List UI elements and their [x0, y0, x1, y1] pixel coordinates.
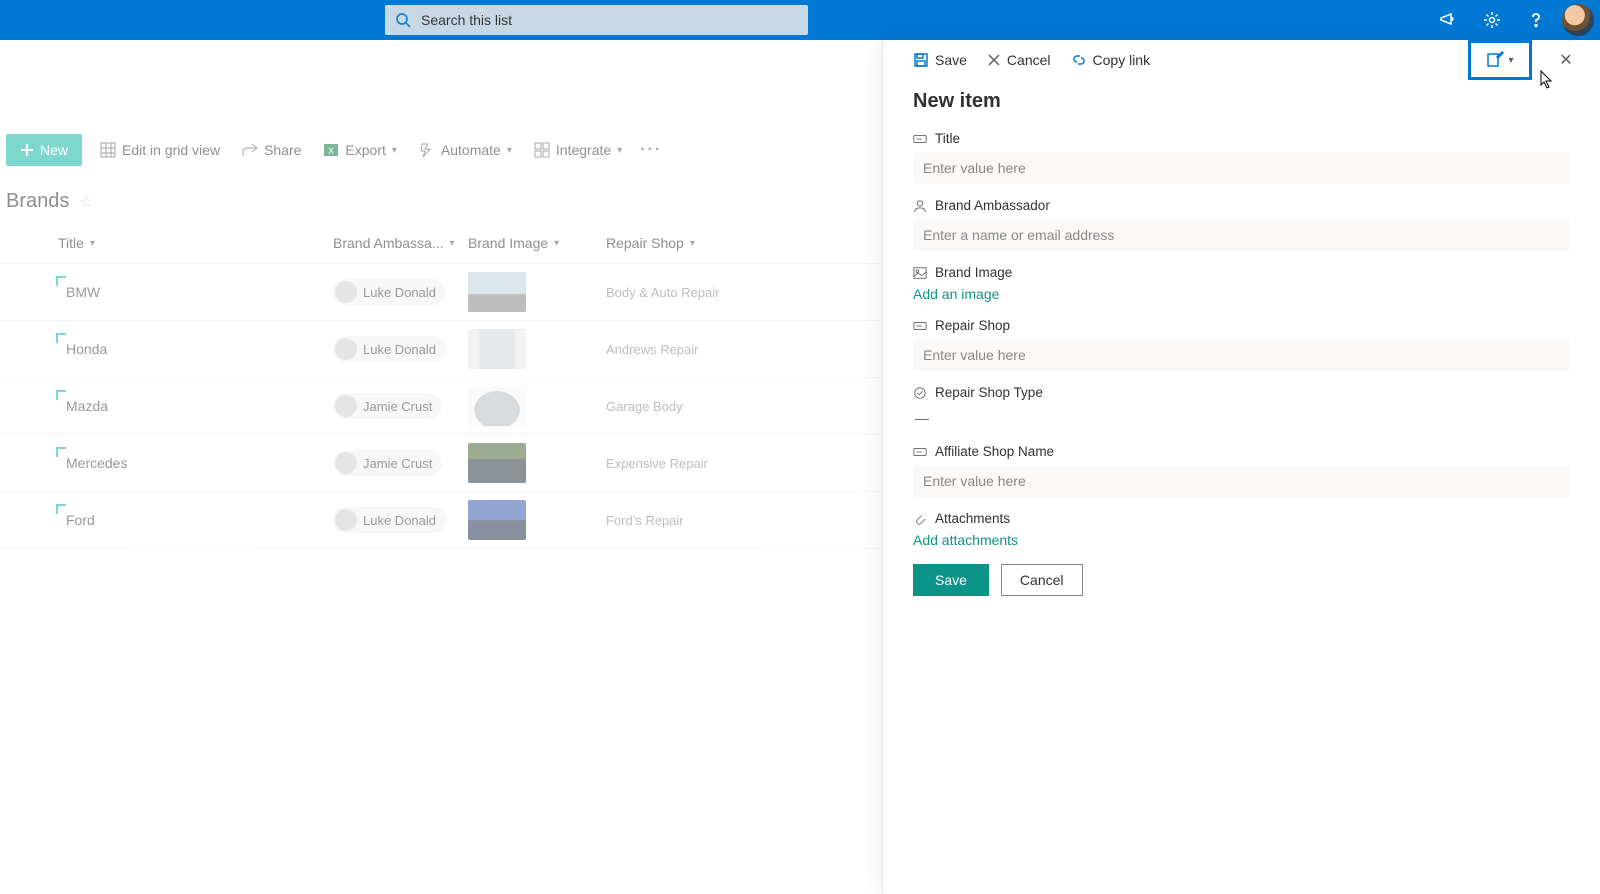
text-field-icon: [913, 445, 927, 459]
search-box[interactable]: Search this list: [385, 5, 808, 35]
new-button[interactable]: New: [6, 134, 82, 166]
brand-thumbnail: [468, 443, 526, 483]
edit-form-button[interactable]: ▾: [1468, 40, 1532, 80]
brand-thumbnail: [468, 500, 526, 540]
image-icon: [913, 266, 927, 280]
text-field-icon: [913, 132, 927, 146]
save-button[interactable]: Save: [913, 564, 989, 596]
settings-gear-icon[interactable]: [1470, 0, 1514, 40]
row-shop: Ford's Repair: [606, 513, 806, 528]
row-title: Honda: [58, 341, 107, 357]
row-title: Mazda: [58, 398, 108, 414]
chevron-down-icon: ▾: [392, 145, 397, 156]
favorite-star-icon[interactable]: ☆: [79, 192, 93, 212]
avatar-icon: [335, 395, 357, 417]
choice-icon: [913, 386, 927, 400]
field-label: Brand Image: [935, 265, 1012, 280]
attachment-icon: [913, 512, 927, 526]
add-attachments-link[interactable]: Add attachments: [913, 532, 1018, 548]
affiliate-shop-input[interactable]: [913, 465, 1570, 497]
add-image-link[interactable]: Add an image: [913, 286, 999, 302]
text-field-icon: [913, 319, 927, 333]
new-item-panel: Save Cancel Copy link ▾ ✕ New item Title…: [882, 40, 1600, 894]
row-shop: Andrews Repair: [606, 342, 806, 357]
column-header-title[interactable]: Title▾: [58, 235, 333, 251]
row-title: BMW: [58, 284, 100, 300]
column-header-shop[interactable]: Repair Shop▾: [606, 235, 806, 251]
svg-text:X: X: [328, 146, 334, 156]
user-avatar[interactable]: [1562, 4, 1594, 36]
brand-thumbnail: [468, 329, 526, 369]
column-header-ambassador[interactable]: Brand Ambassa...▾: [333, 235, 468, 251]
person-icon: [913, 199, 927, 213]
title-input[interactable]: [913, 152, 1570, 184]
field-label: Repair Shop Type: [935, 385, 1043, 400]
megaphone-icon[interactable]: [1426, 0, 1470, 40]
row-title: Ford: [58, 512, 95, 528]
close-panel-button[interactable]: ✕: [1552, 50, 1580, 70]
panel-save-button[interactable]: Save: [913, 52, 967, 68]
repair-shop-input[interactable]: [913, 339, 1570, 371]
chevron-down-icon: ▾: [617, 145, 622, 156]
integrate-button[interactable]: Integrate ▾: [530, 142, 626, 158]
form-icon: [1486, 51, 1504, 69]
panel-copylink-button[interactable]: Copy link: [1071, 52, 1151, 68]
avatar-icon: [335, 509, 357, 531]
avatar-icon: [335, 338, 357, 360]
brand-thumbnail: [468, 272, 526, 312]
field-label: Brand Ambassador: [935, 198, 1050, 213]
avatar-icon: [335, 452, 357, 474]
row-title: Mercedes: [58, 455, 127, 471]
more-actions-button[interactable]: ···: [640, 141, 662, 159]
suite-header: Search this list: [0, 0, 1600, 40]
export-button[interactable]: X Export ▾: [319, 142, 401, 158]
list-title: Brands: [6, 190, 69, 213]
panel-heading: New item: [913, 90, 1570, 113]
search-icon: [395, 12, 411, 28]
share-button[interactable]: Share: [238, 142, 305, 158]
panel-cancel-button[interactable]: Cancel: [987, 52, 1051, 68]
field-label: Repair Shop: [935, 318, 1010, 333]
chevron-down-icon: ▾: [507, 145, 512, 156]
ambassador-input[interactable]: [913, 219, 1570, 251]
person-chip[interactable]: Luke Donald: [333, 507, 446, 533]
repair-shop-type-value[interactable]: —: [913, 406, 1570, 430]
row-shop: Body & Auto Repair: [606, 285, 806, 300]
help-icon[interactable]: [1514, 0, 1558, 40]
person-chip[interactable]: Jamie Crust: [333, 450, 442, 476]
chevron-down-icon: ▾: [1508, 55, 1513, 66]
automate-button[interactable]: Automate ▾: [415, 142, 516, 158]
row-shop: Garage Body: [606, 399, 806, 414]
excel-icon: X: [323, 142, 339, 158]
search-placeholder-text: Search this list: [421, 12, 512, 28]
person-chip[interactable]: Jamie Crust: [333, 393, 442, 419]
brand-thumbnail: [468, 386, 526, 426]
edit-grid-button[interactable]: Edit in grid view: [96, 142, 224, 158]
avatar-icon: [335, 281, 357, 303]
person-chip[interactable]: Luke Donald: [333, 336, 446, 362]
row-shop: Expensive Repair: [606, 456, 806, 471]
field-label: Attachments: [935, 511, 1010, 526]
cancel-button[interactable]: Cancel: [1001, 564, 1083, 596]
field-label: Title: [935, 131, 960, 146]
person-chip[interactable]: Luke Donald: [333, 279, 446, 305]
field-label: Affiliate Shop Name: [935, 444, 1054, 459]
column-header-image[interactable]: Brand Image▾: [468, 235, 606, 251]
